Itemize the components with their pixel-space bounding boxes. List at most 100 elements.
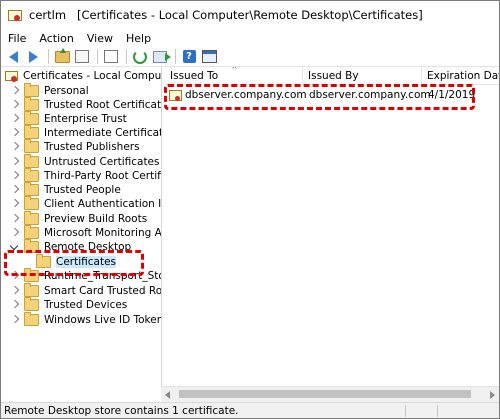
back-arrow-icon [8, 50, 18, 63]
tree-item-third-party-root[interactable]: Third-Party Root Certification [10, 168, 161, 183]
list-item[interactable]: dbserver.company.com dbserver.company.co… [165, 87, 499, 103]
expand-arrow-icon[interactable] [10, 200, 18, 208]
refresh-button[interactable] [131, 48, 149, 65]
certificate-list[interactable]: ^ Issued To Issued By Expiration Date db… [165, 67, 499, 401]
refresh-icon [133, 49, 147, 64]
tree-item-label: Client Authentication Issuers [44, 198, 162, 210]
tree-item-live-id-token[interactable]: Windows Live ID Token Issuer [10, 312, 161, 327]
forward-button[interactable] [24, 48, 42, 65]
toolbar-separator [97, 49, 98, 64]
tree-item-trusted-root[interactable]: Trusted Root Certification Au [10, 97, 162, 112]
horizontal-scrollbar[interactable] [161, 386, 499, 402]
console-tree[interactable]: Certificates - Local Computer Personal T… [1, 67, 162, 401]
help-button[interactable]: ? [180, 48, 198, 65]
column-label: Expiration Date [427, 69, 499, 82]
column-header-issued-to[interactable]: ^ Issued To [165, 67, 303, 84]
expand-arrow-icon[interactable] [10, 287, 18, 295]
tree-item-client-auth-issuers[interactable]: Client Authentication Issuers [10, 196, 162, 211]
status-bar: Remote Desktop store contains 1 certific… [1, 402, 499, 418]
menu-file[interactable]: File [1, 32, 32, 45]
scroll-right-icon[interactable] [490, 391, 495, 399]
folder-icon [24, 225, 39, 239]
show-hide-console-tree-icon [75, 50, 89, 63]
tree-item-smart-card-roots[interactable]: Smart Card Trusted Roots [10, 283, 162, 298]
expand-arrow-icon[interactable] [10, 172, 18, 180]
expand-arrow-icon[interactable] [10, 158, 18, 166]
scroll-thumb[interactable] [179, 390, 471, 398]
tree-item-enterprise-trust[interactable]: Enterprise Trust [10, 111, 127, 126]
tree-item-personal[interactable]: Personal [10, 83, 89, 98]
mmc-window: certlm [Certificates - Local Computer\Re… [0, 0, 500, 419]
window-title: certlm [Certificates - Local Computer\Re… [29, 8, 423, 22]
status-separator [405, 405, 406, 417]
export-list-button[interactable] [151, 48, 171, 65]
toolbar-separator [175, 49, 176, 64]
toolbar-separator [48, 49, 49, 64]
expand-arrow-icon[interactable] [10, 186, 18, 194]
folder-icon [24, 168, 39, 182]
forward-arrow-icon [28, 50, 38, 63]
tree-item-remote-desktop[interactable]: Remote Desktop [10, 239, 131, 254]
tree-root[interactable]: Certificates - Local Computer [5, 69, 161, 83]
status-separator [437, 405, 438, 417]
tree-item-intermediate[interactable]: Intermediate Certification Au [10, 125, 161, 140]
column-label: Issued To [170, 69, 219, 82]
menu-help[interactable]: Help [119, 32, 157, 45]
tree-item-label: Personal [44, 85, 89, 97]
tree-item-trusted-people[interactable]: Trusted People [10, 182, 121, 197]
tree-item-label: Trusted Devices [44, 299, 128, 311]
folder-icon [24, 111, 39, 125]
tree-item-label: Trusted Root Certification Au [44, 99, 162, 111]
show-hide-tree-button[interactable] [73, 48, 91, 65]
expand-arrow-icon[interactable] [10, 87, 18, 95]
expand-arrow-icon[interactable] [10, 272, 18, 280]
tree-item-trusted-publishers[interactable]: Trusted Publishers [10, 139, 140, 154]
up-folder-icon [54, 47, 70, 63]
toolbar: ? [1, 47, 499, 67]
certificate-app-icon [8, 9, 22, 22]
tree-item-label: Preview Build Roots [44, 213, 148, 225]
console-button[interactable] [200, 48, 218, 65]
tree-item-label: Third-Party Root Certification [44, 170, 161, 182]
properties-icon [104, 50, 118, 63]
column-header-expiration[interactable]: Expiration Date [422, 67, 499, 84]
help-icon: ? [182, 50, 196, 63]
expand-arrow-icon[interactable] [10, 229, 18, 237]
menu-view[interactable]: View [80, 32, 119, 45]
tree-item-untrusted[interactable]: Untrusted Certificates [10, 154, 160, 169]
expand-arrow-icon[interactable] [10, 143, 18, 151]
column-header-issued-by[interactable]: Issued By [303, 67, 422, 84]
tree-item-label: Smart Card Trusted Roots [44, 285, 162, 297]
cell-issued-by: dbserver.company.com [309, 89, 431, 101]
folder-icon [24, 283, 39, 297]
cell-issued-to: dbserver.company.com [169, 87, 307, 103]
expand-arrow-icon[interactable] [10, 316, 18, 324]
column-label: Issued By [308, 69, 359, 82]
back-button[interactable] [4, 48, 22, 65]
tree-item-trusted-devices[interactable]: Trusted Devices [10, 297, 128, 312]
folder-icon [24, 139, 39, 153]
folder-icon [24, 83, 39, 97]
expand-arrow-icon[interactable] [10, 215, 18, 223]
menu-bar: File Action View Help [1, 29, 499, 47]
tree-item-label: Enterprise Trust [44, 113, 127, 125]
expand-arrow-icon[interactable] [10, 129, 18, 137]
collapse-arrow-icon[interactable] [10, 243, 18, 251]
tree-item-label: Intermediate Certification Au [44, 127, 161, 139]
up-one-level-button[interactable] [53, 47, 71, 65]
expand-arrow-icon[interactable] [10, 115, 18, 123]
tree-item-preview-build-roots[interactable]: Preview Build Roots [10, 211, 148, 226]
tree-item-monitoring-agent[interactable]: Microsoft Monitoring Agent [10, 225, 161, 240]
properties-button[interactable] [102, 48, 120, 65]
expand-arrow-icon[interactable] [10, 101, 18, 109]
tree-item-remote-desktop-certificates[interactable]: Certificates [36, 254, 117, 269]
tree-item-runtime-transport[interactable]: Runtime_Transport_Store_D2l [10, 268, 161, 283]
scroll-left-icon[interactable] [165, 391, 170, 399]
title-bar: certlm [Certificates - Local Computer\Re… [1, 1, 499, 29]
menu-action[interactable]: Action [32, 32, 79, 45]
sort-ascending-icon: ^ [231, 67, 238, 74]
folder-icon [24, 182, 39, 196]
export-list-icon [153, 50, 171, 63]
folder-icon [24, 268, 39, 282]
expand-arrow-icon[interactable] [10, 301, 18, 309]
